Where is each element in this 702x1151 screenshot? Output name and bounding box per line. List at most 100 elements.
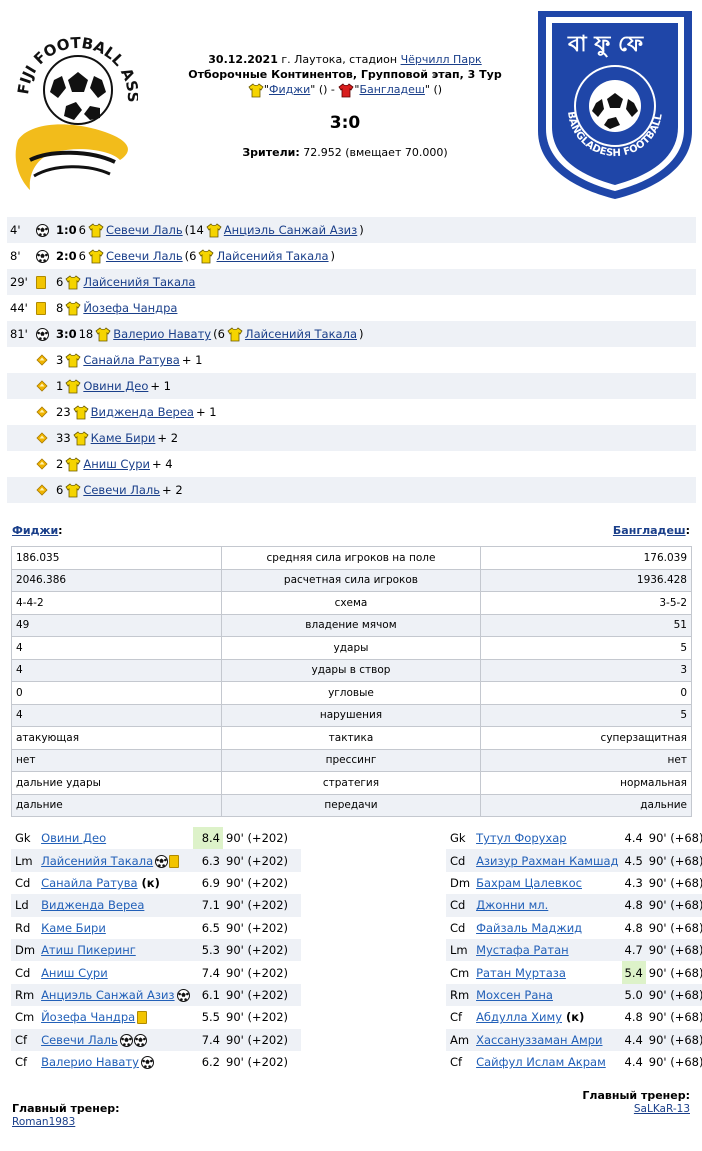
player-link[interactable]: Анциэль Санжай Азиз (41, 988, 175, 1002)
event-row: 33 Каме Бири + 2 (7, 425, 696, 451)
event-assist-link[interactable]: Лайсенийя Такала (216, 249, 328, 263)
player-minutes: 90' (+68) (645, 849, 702, 872)
player-name-cell: Аниш Сури (38, 961, 193, 983)
player-rating: 4.3 (624, 875, 643, 890)
player-link[interactable]: Санайла Ратува (41, 876, 137, 890)
player-rating: 4.7 (621, 938, 646, 962)
player-row: Rm Мохсен Рана 5.0 90' (+68) (446, 983, 702, 1007)
event-content: 3 Санайла Ратува + 1 (56, 352, 202, 368)
player-link[interactable]: Джонни мл. (476, 898, 548, 912)
player-row: Dm Бахрам Цалевкос 4.3 90' (+68) (446, 872, 702, 894)
player-name-cell: Бахрам Цалевкос (473, 872, 621, 894)
event-player-link[interactable]: Санайла Ратува (83, 353, 179, 367)
home-team-label-link[interactable]: Фиджи (12, 524, 58, 537)
event-player-link[interactable]: Севечи Лаль (106, 249, 183, 263)
player-link[interactable]: Видженда Вереа (41, 898, 144, 912)
event-player-link[interactable]: Севечи Лаль (83, 483, 160, 497)
match-date: 30.12.2021 (208, 53, 278, 66)
player-link[interactable]: Мустафа Ратан (476, 943, 569, 957)
player-position: Cd (15, 965, 31, 980)
event-player-link[interactable]: Аниш Сури (83, 457, 150, 471)
event-content: 2 Аниш Сури + 4 (56, 456, 173, 472)
player-row: Cd Санайла Ратува (к) 6.9 90' (+202) (11, 872, 301, 894)
player-name-cell: Ратан Муртаза (473, 961, 621, 983)
stat-label: тактика (220, 726, 482, 750)
player-link[interactable]: Тутул Форухар (476, 831, 567, 845)
event-minute: 4' (10, 223, 21, 237)
player-rating: 6.5 (201, 920, 220, 935)
event-minute: 44' (10, 301, 28, 315)
player-link[interactable]: Валерио Навату (41, 1055, 139, 1069)
player-row: Cd Джонни мл. 4.8 90' (+68) (446, 894, 702, 917)
player-link[interactable]: Азизур Рахман Камшад (476, 854, 618, 868)
assist-close: ) (359, 327, 364, 341)
away-team-link[interactable]: Бангладеш (359, 83, 424, 96)
player-minutes: 90' (+202) (226, 1055, 289, 1070)
player-link[interactable]: Севечи Лаль (41, 1033, 118, 1047)
player-link[interactable]: Сайфул Ислам Акрам (476, 1055, 606, 1069)
home-team-heading: Фиджи: (12, 524, 63, 537)
teams-line: "Фиджи" () - "Бангладеш" () (160, 82, 530, 98)
player-minutes: 90' (+68) (645, 938, 702, 962)
player-rating: 4.4 (624, 1055, 643, 1070)
away-coach-link[interactable]: SaLKaR-13 (634, 1103, 690, 1115)
event-player-link[interactable]: Валерио Навату (113, 327, 211, 341)
event-icon-wrap (36, 223, 56, 237)
player-name-cell: Тутул Форухар (473, 827, 621, 849)
player-link[interactable]: Файзаль Маджид (476, 921, 582, 935)
match-info: 30.12.2021 г. Лаутока, стадион Чёрчилл П… (160, 52, 530, 98)
player-name-cell: Атиш Пикеринг (38, 938, 193, 962)
event-minute: 81' (10, 327, 28, 341)
event-assist-link[interactable]: Лайсенийя Такала (245, 327, 357, 341)
attendance-label: Зрители: (242, 146, 300, 159)
event-assist-link[interactable]: Анциэль Санжай Азиз (224, 223, 358, 237)
player-link[interactable]: Хассануззаман Амри (476, 1033, 602, 1047)
player-position: Cm (450, 965, 470, 980)
event-player-number: 8 (56, 301, 64, 315)
player-link[interactable]: Лайсенийя Такала (41, 854, 153, 868)
player-rating: 4.5 (621, 849, 646, 872)
home-coach-link[interactable]: Roman1983 (12, 1116, 75, 1128)
event-player-link[interactable]: Видженда Вереа (91, 405, 194, 419)
player-name-cell: Сайфул Ислам Акрам (473, 1051, 621, 1073)
match-stats-table: 186.035 средняя сила игроков на поле 176.0… (11, 546, 692, 817)
event-minute: 29' (10, 275, 28, 289)
yellow-shirt-icon (73, 404, 89, 419)
player-row: Am Хассануззаман Амри 4.4 90' (+68) (446, 1028, 702, 1051)
player-position: Rm (11, 983, 39, 1007)
ball-icon (36, 223, 49, 237)
player-link[interactable]: Йозефа Чандра (41, 1010, 135, 1024)
player-position: Cd (15, 875, 31, 890)
player-rating: 4.8 (624, 1010, 643, 1025)
player-minutes: 90' (+68) (645, 1028, 702, 1051)
player-rating: 6.9 (201, 875, 220, 890)
player-event-icons (176, 988, 190, 1002)
event-minute: 8' (10, 249, 21, 263)
player-row: Gk Тутул Форухар 4.4 90' (+68) (446, 827, 702, 849)
rating-change: + 2 (162, 483, 183, 497)
player-link[interactable]: Атиш Пикеринг (41, 943, 136, 957)
player-link[interactable]: Бахрам Цалевкос (476, 876, 582, 890)
rating-change: + 1 (195, 405, 217, 419)
rating-change: + 4 (151, 457, 173, 471)
away-team-label-link[interactable]: Бангладеш (613, 524, 686, 537)
home-team-link[interactable]: Фиджи (269, 83, 310, 96)
stat-home-value: дальние удары (11, 771, 222, 795)
player-link[interactable]: Абдулла Химу (476, 1010, 562, 1024)
assist-close: ) (359, 223, 364, 237)
player-event-icons (140, 1056, 154, 1070)
player-link[interactable]: Овини Део (41, 831, 106, 845)
event-player-number: 33 (56, 431, 71, 445)
player-link[interactable]: Каме Бири (41, 921, 106, 935)
event-player-link[interactable]: Севечи Лаль (106, 223, 183, 237)
stadium-link[interactable]: Чёрчилл Парк (401, 53, 482, 66)
player-link[interactable]: Аниш Сури (41, 966, 108, 980)
event-player-link[interactable]: Каме Бири (91, 431, 156, 445)
event-player-link[interactable]: Лайсенийя Такала (83, 275, 195, 289)
event-icon-wrap (36, 406, 56, 418)
event-player-link[interactable]: Овини Део (83, 379, 148, 393)
stat-label: владение мячом (220, 613, 482, 637)
player-link[interactable]: Мохсен Рана (476, 988, 553, 1002)
player-link[interactable]: Ратан Муртаза (476, 966, 566, 980)
event-player-link[interactable]: Йозефа Чандра (83, 301, 177, 315)
